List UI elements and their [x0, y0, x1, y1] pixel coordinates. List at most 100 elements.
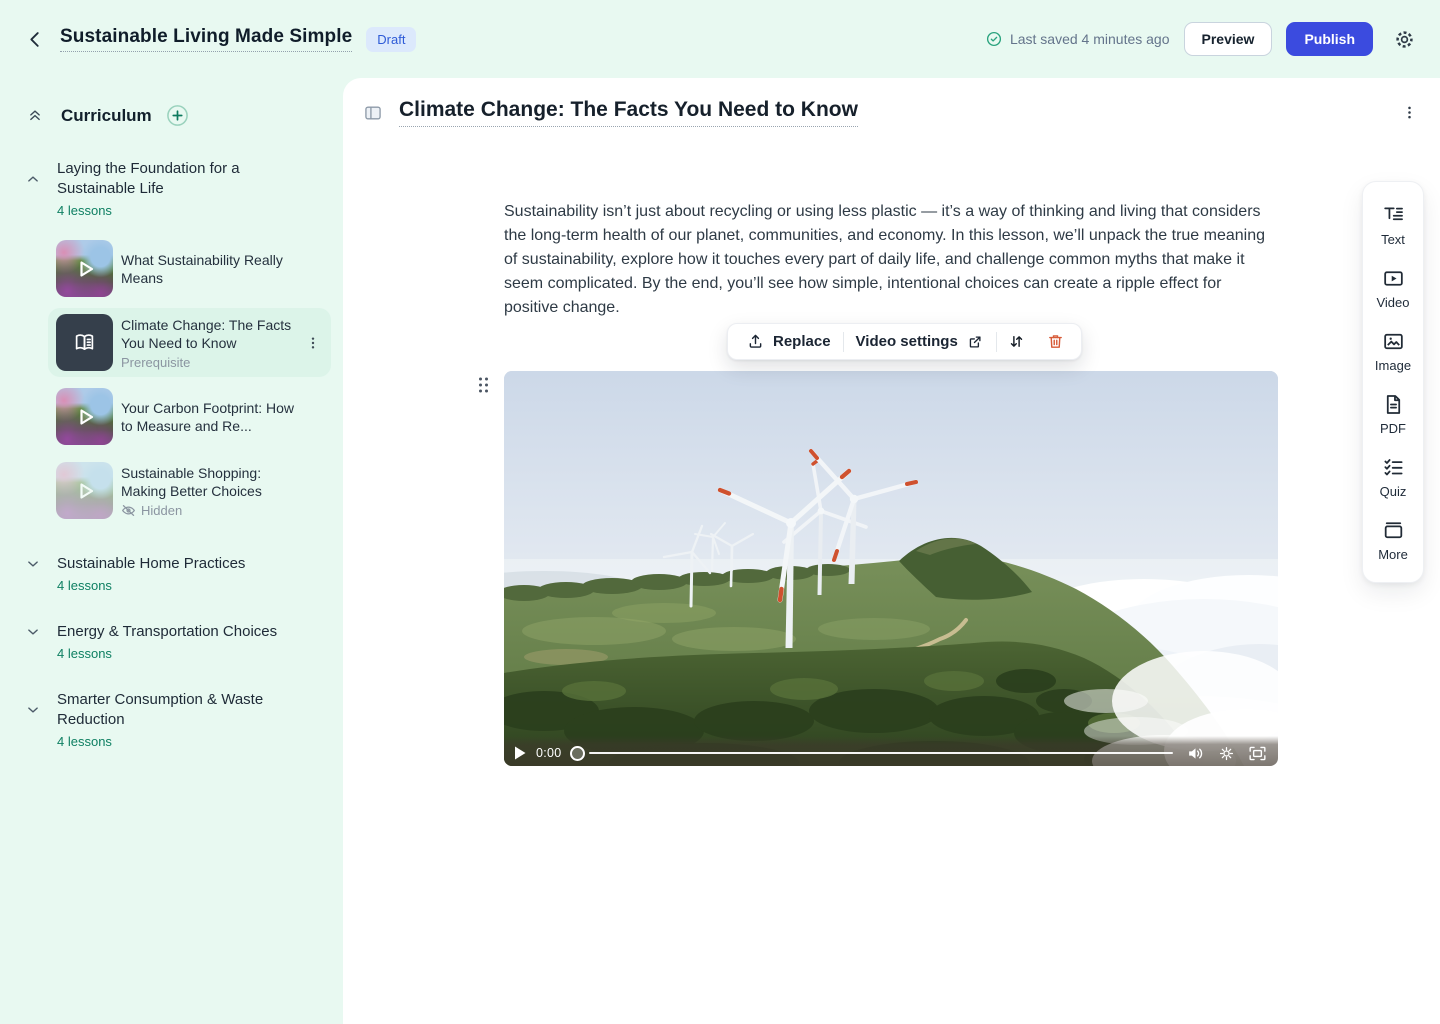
last-saved-status: Last saved 4 minutes ago [985, 30, 1170, 48]
video-thumbnail [56, 388, 113, 445]
check-circle-icon [985, 30, 1003, 48]
volume-button[interactable] [1185, 744, 1206, 763]
image-block-icon [1381, 329, 1406, 354]
player-settings-button[interactable] [1217, 744, 1236, 763]
lesson-title: What Sustainability Really Means [121, 251, 299, 287]
lesson-options-button[interactable] [1399, 102, 1420, 123]
current-time: 0:00 [536, 746, 562, 760]
move-block-button[interactable] [997, 324, 1036, 359]
play-icon [56, 388, 113, 445]
section-lesson-count: 4 lessons [57, 203, 331, 218]
insert-more-button[interactable]: More [1363, 509, 1423, 572]
kebab-menu-icon [1401, 104, 1418, 121]
quiz-block-icon [1381, 455, 1406, 480]
curriculum-section: Smarter Consumption & Waste Reduction 4 … [24, 690, 331, 749]
lesson-prerequisite-label: Prerequisite [121, 355, 299, 370]
section-header[interactable]: Laying the Foundation for a Sustainable … [24, 159, 331, 218]
video-block-toolbar: Replace Video settings [727, 323, 1082, 360]
gear-icon [1393, 28, 1416, 51]
lesson-page-title[interactable]: Climate Change: The Facts You Need to Kn… [399, 98, 858, 127]
insert-block-toolbar: Text Video Image PDF [1362, 181, 1424, 583]
insert-text-label: Text [1381, 232, 1405, 247]
insert-video-button[interactable]: Video [1363, 257, 1423, 320]
video-settings-button[interactable]: Video settings [844, 324, 996, 359]
book-open-icon [71, 329, 98, 356]
panel-toggle-icon [363, 103, 383, 123]
curriculum-heading: Curriculum [61, 106, 152, 126]
chevron-left-icon [24, 28, 46, 50]
delete-block-button[interactable] [1036, 324, 1075, 359]
video-thumbnail [56, 462, 113, 519]
more-blocks-icon [1381, 518, 1406, 543]
curriculum-sidebar: Curriculum Laying the Foundation for a S… [0, 78, 343, 1024]
upload-icon [746, 332, 765, 351]
player-gear-icon [1219, 746, 1234, 761]
insert-image-label: Image [1375, 358, 1411, 373]
section-lesson-count: 4 lessons [57, 578, 331, 593]
volume-icon [1187, 746, 1204, 761]
video-thumbnail [56, 240, 113, 297]
insert-text-button[interactable]: Text [1363, 194, 1423, 257]
video-player-controls: 0:00 [504, 736, 1278, 766]
replace-label: Replace [773, 333, 831, 350]
insert-pdf-button[interactable]: PDF [1363, 383, 1423, 446]
lesson-list: What Sustainability Really Means Climate… [48, 234, 331, 525]
lesson-menu-button[interactable] [303, 333, 323, 353]
back-button[interactable] [22, 26, 48, 52]
course-builder-app: Sustainable Living Made Simple Draft Las… [0, 0, 1440, 1024]
text-block-icon [1381, 203, 1406, 228]
fullscreen-button[interactable] [1247, 744, 1268, 763]
chevron-down-icon [24, 623, 57, 641]
plus-circle-icon [166, 104, 189, 127]
eye-off-icon [121, 503, 136, 518]
settings-button[interactable] [1391, 26, 1418, 53]
insert-more-label: More [1378, 547, 1408, 562]
fullscreen-icon [1249, 746, 1266, 761]
section-lesson-count: 4 lessons [57, 734, 331, 749]
preview-button[interactable]: Preview [1184, 22, 1273, 56]
section-header[interactable]: Smarter Consumption & Waste Reduction 4 … [24, 690, 331, 749]
swap-vertical-icon [1007, 332, 1026, 351]
insert-image-button[interactable]: Image [1363, 320, 1423, 383]
curriculum-header: Curriculum [24, 102, 331, 129]
course-title[interactable]: Sustainable Living Made Simple [60, 26, 352, 52]
play-icon [514, 746, 526, 760]
insert-quiz-button[interactable]: Quiz [1363, 446, 1423, 509]
add-section-button[interactable] [164, 102, 191, 129]
publish-button[interactable]: Publish [1286, 22, 1373, 56]
video-block-icon [1381, 266, 1406, 291]
scrubber-handle[interactable] [570, 746, 585, 761]
trash-icon [1046, 332, 1065, 351]
section-title: Energy & Transportation Choices [57, 622, 331, 642]
toggle-sidebar-button[interactable] [361, 101, 385, 125]
lesson-title: Sustainable Shopping: Making Better Choi… [121, 464, 299, 500]
chevron-down-icon [24, 701, 57, 719]
curriculum-section: Laying the Foundation for a Sustainable … [24, 159, 331, 525]
section-header[interactable]: Sustainable Home Practices 4 lessons [24, 554, 331, 593]
lesson-item-reading-selected[interactable]: Climate Change: The Facts You Need to Kn… [48, 308, 331, 377]
top-header: Sustainable Living Made Simple Draft Las… [0, 0, 1440, 78]
reading-tile [56, 314, 113, 371]
status-badge: Draft [366, 27, 416, 52]
collapse-all-button[interactable] [24, 105, 46, 127]
drag-dots-icon [477, 376, 490, 394]
chevron-down-icon [24, 555, 57, 573]
block-drag-handle[interactable] [475, 374, 492, 396]
progress-track[interactable] [589, 752, 1173, 755]
lesson-item-video-hidden[interactable]: Sustainable Shopping: Making Better Choi… [48, 456, 331, 525]
replace-video-button[interactable]: Replace [734, 324, 843, 359]
section-header[interactable]: Energy & Transportation Choices 4 lesson… [24, 622, 331, 661]
lesson-item-video[interactable]: What Sustainability Really Means [48, 234, 331, 303]
lesson-editor-panel: Climate Change: The Facts You Need to Kn… [343, 78, 1440, 1024]
lesson-item-video[interactable]: Your Carbon Footprint: How to Measure an… [48, 382, 331, 451]
play-button[interactable] [512, 744, 528, 762]
play-icon [56, 240, 113, 297]
double-chevron-up-icon [26, 107, 44, 125]
last-saved-text: Last saved 4 minutes ago [1010, 31, 1170, 47]
insert-pdf-label: PDF [1380, 421, 1406, 436]
pdf-block-icon [1381, 392, 1406, 417]
curriculum-section: Sustainable Home Practices 4 lessons [24, 554, 331, 593]
chevron-up-icon [24, 170, 57, 188]
lesson-intro-paragraph[interactable]: Sustainability isn’t just about recyclin… [504, 200, 1278, 320]
video-player-block[interactable]: 0:00 [504, 371, 1278, 766]
